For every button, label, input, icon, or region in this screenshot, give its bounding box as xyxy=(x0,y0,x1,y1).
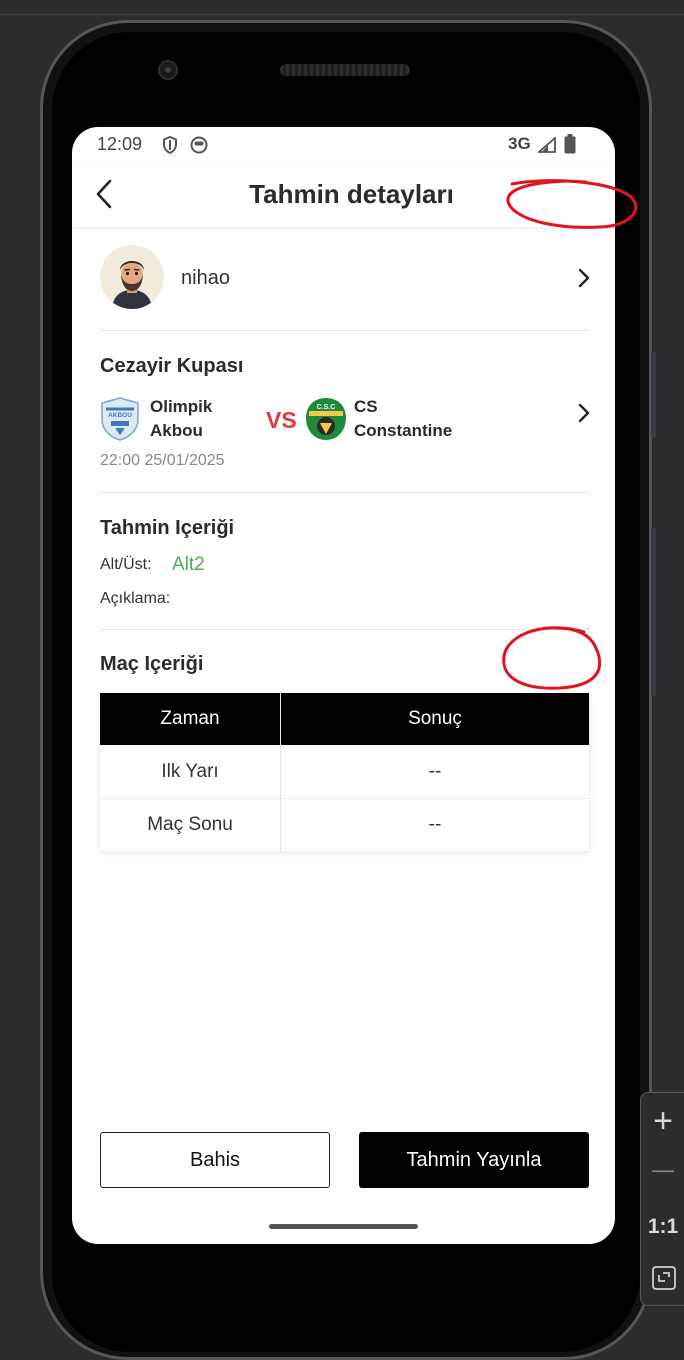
avatar xyxy=(100,245,164,309)
table-cell-time: Maç Sonu xyxy=(147,814,233,835)
page-title: Tahmin detayları xyxy=(249,179,454,209)
app-bar: Tahmin detayları xyxy=(72,163,615,227)
divider xyxy=(100,330,589,331)
vs-label: VS xyxy=(266,407,297,433)
home-logo-text: AKBOU xyxy=(108,412,132,419)
home-team-logo-icon: AKBOU xyxy=(101,397,139,441)
signal-icon xyxy=(538,137,556,153)
away-team-name: CS Constantine xyxy=(354,397,453,440)
app-notification-icon xyxy=(190,136,208,154)
power-button xyxy=(651,352,656,438)
column-header-result: Sonuç xyxy=(408,708,462,729)
status-time: 12:09 xyxy=(97,134,143,154)
zoom-out-button[interactable]: — xyxy=(641,1155,684,1185)
app-screen: 12:09 3G Tahmin detayları nihao Cezayir … xyxy=(72,127,615,1244)
user-avatar-icon xyxy=(100,245,164,309)
match-content-title: Maç Içeriği xyxy=(100,653,204,675)
table-row: Maç Sonu -- xyxy=(100,799,589,852)
prediction-note-label: Açıklama: xyxy=(100,590,171,607)
home-team-name: Olimpik Akbou xyxy=(150,397,213,440)
battery-icon xyxy=(564,134,576,154)
prediction-type-label: Alt/Üst: xyxy=(100,556,152,573)
front-camera-icon xyxy=(158,60,178,80)
column-header-time: Zaman xyxy=(160,708,220,729)
volume-button xyxy=(651,528,656,696)
zoom-in-button[interactable]: + xyxy=(641,1101,684,1141)
zoom-reset-button[interactable]: 1:1 xyxy=(641,1213,684,1241)
divider xyxy=(100,629,589,630)
chevron-right-icon xyxy=(578,268,590,288)
match-row[interactable]: AKBOU Olimpik Akbou VS C.S.C CS Constant… xyxy=(100,393,590,453)
network-type: 3G xyxy=(508,134,531,153)
away-logo-text: C.S.C xyxy=(317,404,336,411)
table-cell-result: -- xyxy=(428,761,442,782)
fit-screen-icon[interactable] xyxy=(651,1265,677,1291)
user-profile-row[interactable]: nihao xyxy=(100,245,590,315)
table-header: Zaman Sonuç xyxy=(100,693,589,745)
divider xyxy=(100,492,589,493)
emulator-zoom-panel: + — 1:1 xyxy=(640,1092,684,1306)
page-title-wrap: Tahmin detayları xyxy=(72,179,615,210)
speaker-grille xyxy=(280,64,410,76)
bet-button[interactable]: Bahis xyxy=(100,1132,330,1188)
prediction-type-value: Alt2 xyxy=(172,554,205,575)
table-cell-result: -- xyxy=(428,814,442,835)
match-content-table: Zaman Sonuç Ilk Yarı -- Maç Sonu -- xyxy=(100,693,589,852)
table-cell-time: Ilk Yarı xyxy=(161,761,219,782)
home-indicator[interactable] xyxy=(269,1224,418,1229)
user-name: nihao xyxy=(181,267,230,289)
match-datetime: 22:00 25/01/2025 xyxy=(100,452,225,469)
shield-icon xyxy=(163,136,177,154)
table-row: Ilk Yarı -- xyxy=(100,746,589,799)
table-column-divider xyxy=(280,693,281,851)
publish-prediction-button[interactable]: Tahmin Yayınla xyxy=(359,1132,589,1188)
away-team-logo-icon: C.S.C xyxy=(306,398,346,440)
prediction-section-title: Tahmin Içeriği xyxy=(100,517,235,539)
chevron-right-icon xyxy=(578,403,590,423)
editor-top-line xyxy=(0,14,684,15)
status-bar: 12:09 3G xyxy=(72,127,615,163)
league-name: Cezayir Kupası xyxy=(100,355,244,377)
